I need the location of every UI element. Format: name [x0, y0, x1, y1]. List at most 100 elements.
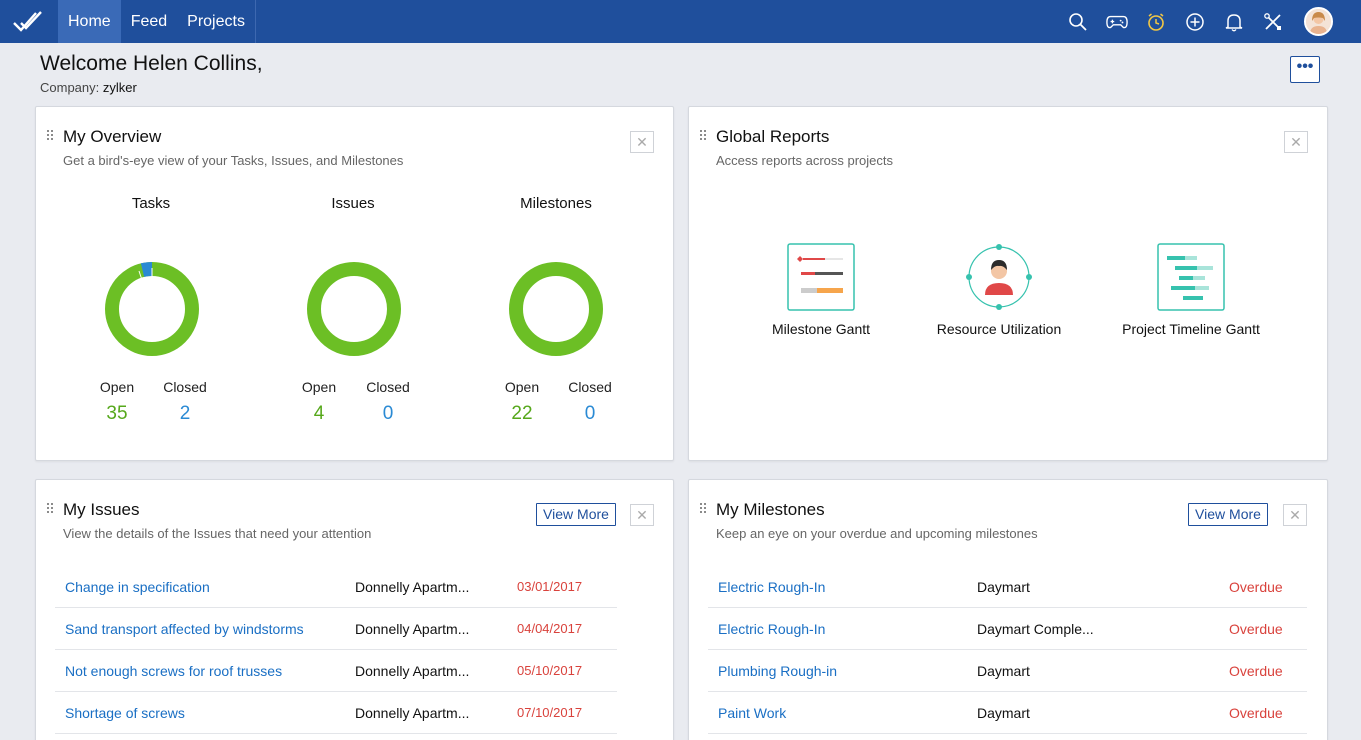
list-item: Sand transport affected by windstorms Do… [55, 608, 617, 650]
issue-due-date: 05/10/2017 [517, 663, 583, 678]
milestones-donut[interactable] [506, 259, 606, 359]
milestone-status: Overdue [1229, 621, 1283, 637]
milestone-link[interactable]: Paint Work [718, 705, 786, 721]
tasks-donut[interactable] [102, 259, 202, 359]
issue-link[interactable]: Sand transport affected by windstorms [65, 621, 304, 637]
issue-due-date: 03/01/2017 [517, 579, 583, 594]
list-item: Change in specification Donnelly Apartm.… [55, 566, 617, 608]
top-navigation-bar: Home Feed Projects [0, 0, 1361, 43]
tasks-closed-count: 2 [179, 403, 191, 424]
issues-open-count: 4 [313, 403, 325, 424]
drag-handle-icon[interactable] [699, 502, 707, 514]
card-title: My Overview [63, 127, 162, 146]
report-label: Project Timeline Gantt [1122, 321, 1260, 337]
card-title: My Milestones [716, 500, 825, 519]
app-logo-icon[interactable] [12, 9, 44, 35]
company-line: Company: zylker [40, 80, 137, 95]
company-label: Company: [40, 80, 100, 95]
issues-closed-stat: Closed 0 [358, 379, 418, 425]
milestones-list: Electric Rough-In Daymart Overdue Electr… [708, 566, 1307, 734]
list-item: Electric Rough-In Daymart Comple... Over… [708, 608, 1307, 650]
milestone-link[interactable]: Electric Rough-In [718, 579, 825, 595]
resource-utilization-report[interactable]: Resource Utilization [909, 243, 1089, 337]
search-icon[interactable] [1067, 11, 1089, 33]
list-item: Shortage of screws Donnelly Apartm... 07… [55, 692, 617, 734]
top-icons [1050, 0, 1333, 43]
list-item: Paint Work Daymart Overdue [708, 692, 1307, 734]
milestones-open-count: 22 [511, 403, 533, 424]
issues-label: Issues [331, 195, 375, 212]
issue-link[interactable]: Shortage of screws [65, 705, 185, 721]
tools-icon[interactable] [1262, 11, 1284, 33]
milestone-project: Daymart [977, 579, 1030, 595]
my-milestones-card: My Milestones Keep an eye on your overdu… [688, 479, 1328, 740]
tasks-open-stat: Open 35 [87, 379, 147, 425]
issue-due-date: 07/10/2017 [517, 705, 583, 720]
nav-projects[interactable]: Projects [177, 0, 255, 43]
my-overview-card: My Overview Get a bird's-eye view of you… [35, 106, 674, 461]
my-issues-card: My Issues View the details of the Issues… [35, 479, 674, 740]
more-options-button[interactable]: ••• [1290, 56, 1320, 83]
issues-donut[interactable] [304, 259, 404, 359]
list-item: Plumbing Rough-in Daymart Overdue [708, 650, 1307, 692]
issues-closed-count: 0 [382, 403, 394, 424]
list-item: Electric Rough-In Daymart Overdue [708, 566, 1307, 608]
resource-utilization-icon [966, 244, 1032, 310]
milestone-status: Overdue [1229, 663, 1283, 679]
close-icon[interactable]: ✕ [1284, 131, 1308, 153]
milestone-gantt-icon [787, 243, 855, 311]
card-subtitle: Keep an eye on your overdue and upcoming… [716, 526, 1038, 541]
issue-project: Donnelly Apartm... [355, 705, 470, 721]
view-more-button[interactable]: View More [536, 503, 616, 526]
milestone-project: Daymart [977, 663, 1030, 679]
drag-handle-icon[interactable] [699, 129, 707, 141]
project-timeline-gantt-icon [1157, 243, 1225, 311]
milestones-label: Milestones [520, 195, 592, 212]
tasks-open-count: 35 [106, 403, 128, 424]
milestones-open-stat: Open 22 [492, 379, 552, 425]
report-label: Resource Utilization [936, 321, 1062, 337]
card-title: My Issues [63, 500, 140, 519]
card-subtitle: Access reports across projects [716, 153, 894, 168]
milestone-status: Overdue [1229, 705, 1283, 721]
close-icon[interactable]: ✕ [630, 131, 654, 153]
nav-feed[interactable]: Feed [121, 0, 177, 43]
drag-handle-icon[interactable] [46, 502, 54, 514]
timer-icon[interactable] [1145, 11, 1167, 33]
card-title: Global Reports [716, 127, 830, 146]
close-icon[interactable]: ✕ [630, 504, 654, 526]
global-reports-card: Global Reports Access reports across pro… [688, 106, 1328, 461]
milestone-project: Daymart Comple... [977, 621, 1094, 637]
issue-link[interactable]: Change in specification [65, 579, 210, 595]
milestone-link[interactable]: Electric Rough-In [718, 621, 825, 637]
issues-open-stat: Open 4 [289, 379, 349, 425]
bell-icon[interactable] [1223, 11, 1245, 33]
milestone-status: Overdue [1229, 579, 1283, 595]
card-subtitle: View the details of the Issues that need… [63, 526, 372, 541]
issue-project: Donnelly Apartm... [355, 621, 470, 637]
report-label: Milestone Gantt [771, 321, 871, 337]
milestone-project: Daymart [977, 705, 1030, 721]
milestone-gantt-report[interactable]: Milestone Gantt [731, 243, 911, 337]
main-nav: Home Feed Projects [58, 0, 256, 43]
close-icon[interactable]: ✕ [1283, 504, 1307, 526]
milestones-closed-count: 0 [584, 403, 596, 424]
tasks-label: Tasks [131, 195, 171, 212]
drag-handle-icon[interactable] [46, 129, 54, 141]
avatar[interactable] [1304, 7, 1333, 36]
view-more-button[interactable]: View More [1188, 503, 1268, 526]
nav-home[interactable]: Home [58, 0, 121, 43]
milestone-link[interactable]: Plumbing Rough-in [718, 663, 837, 679]
gamepad-icon[interactable] [1106, 11, 1128, 33]
project-timeline-gantt-report[interactable]: Project Timeline Gantt [1101, 243, 1281, 337]
issue-link[interactable]: Not enough screws for roof trusses [65, 663, 282, 679]
issue-project: Donnelly Apartm... [355, 663, 470, 679]
tasks-closed-stat: Closed 2 [155, 379, 215, 425]
issue-due-date: 04/04/2017 [517, 621, 583, 636]
welcome-heading: Welcome Helen Collins, [40, 52, 263, 75]
company-name: zylker [102, 80, 137, 95]
list-item: Not enough screws for roof trusses Donne… [55, 650, 617, 692]
milestones-closed-stat: Closed 0 [560, 379, 620, 425]
card-subtitle: Get a bird's-eye view of your Tasks, Iss… [63, 153, 404, 168]
add-icon[interactable] [1184, 11, 1206, 33]
